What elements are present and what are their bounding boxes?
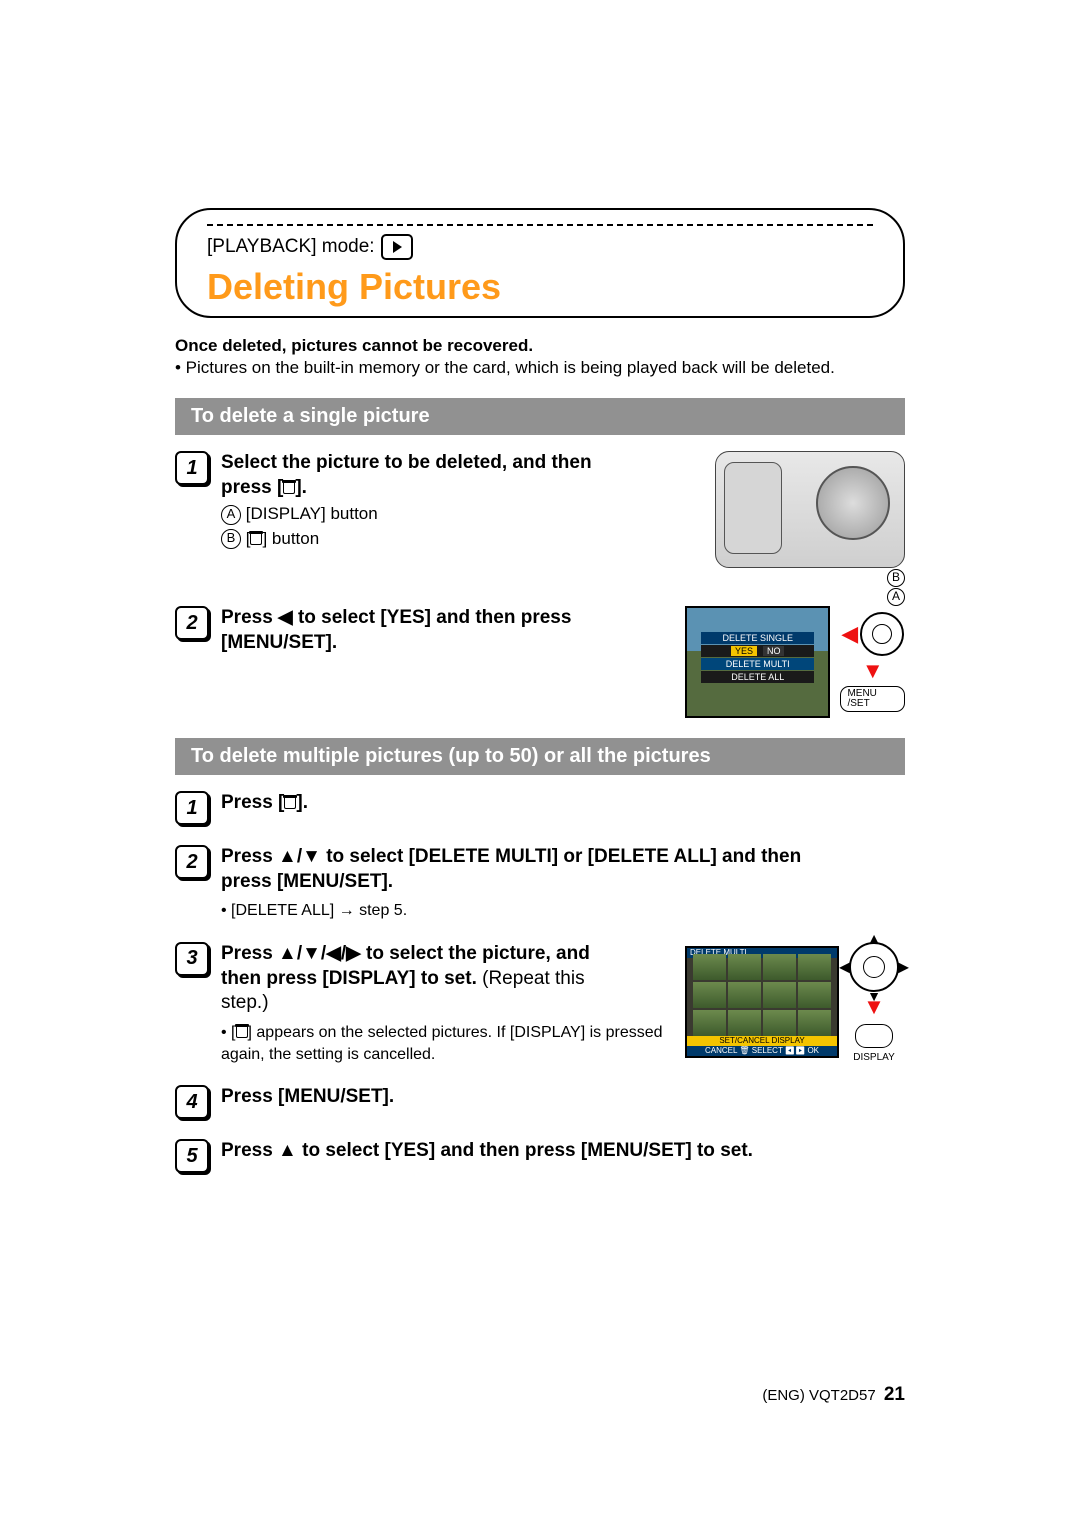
step-number-3: 3 [175,942,209,976]
s2-step3-l2a: then press [DISPLAY] to set. [221,968,477,989]
footer-code: (ENG) VQT2D57 [762,1387,875,1404]
lcd-illustration-1: DELETE SINGLE YES NO DELETE MULTI DELETE … [685,606,905,718]
s1-step-2: 2 Press ◀ to select [YES] and then press… [175,606,669,655]
section-bar-single: To delete a single picture [175,398,905,435]
lcd2-bar2: CANCEL 🗑 SELECT ◀▶ OK [687,1046,837,1056]
callout-b-marker: B [887,569,905,587]
callout-b-text-suf: ] button [262,529,319,548]
s2-step3-mid: to select the picture, and [361,943,590,964]
arrow-all-icon: ▲/▼/◀/▶ [278,943,361,964]
trash-icon [284,795,296,809]
s2-step-3: 3 Press ▲/▼/◀/▶ to select the picture, a… [175,942,669,1065]
playback-mode-label: [PLAYBACK] mode: [207,236,375,258]
footer-page-number: 21 [884,1384,905,1405]
s1-step1-line2b: ]. [295,477,307,498]
arrow-down-highlight-icon: ▼ [862,660,884,682]
lcd2-bar1: SET/CANCEL DISPLAY [687,1036,837,1046]
lcd1-yes: YES [731,646,757,656]
menu-set-icon: MENU /SET [840,686,905,712]
s2-step1-suf: ]. [296,792,308,813]
camera-illustration: B A [685,451,905,606]
s2-step2-pre: Press [221,846,278,867]
arrow-up-icon: ▲ [278,1140,297,1161]
s2-step1-pre: Press [ [221,792,284,813]
s2-step-5: 5 Press ▲ to select [YES] and then press… [175,1139,905,1173]
s2-step3-l3: step.) [221,992,269,1013]
s1-step2-pre: Press [221,607,278,628]
step-number-5: 5 [175,1139,209,1173]
s2-step-1: 1 Press []. [175,791,905,825]
divider-top [207,224,873,226]
display-button-icon [855,1024,893,1048]
display-label: DISPLAY [853,1052,895,1063]
s2-step5-pre: Press [221,1140,278,1161]
step-number-1b: 1 [175,791,209,825]
callout-a-text: [DISPLAY] button [246,504,378,523]
s1-step2-line2: [MENU/SET]. [221,632,337,653]
intro-bullet: • Pictures on the built-in memory or the… [175,358,905,378]
s1-step-1: 1 Select the picture to be deleted, and … [175,451,669,549]
s2-step4-text: Press [MENU/SET]. [221,1085,905,1110]
arrow-left-icon: ◀ [278,607,293,628]
step-number-4: 4 [175,1085,209,1119]
s2-step-4: 4 Press [MENU/SET]. [175,1085,905,1119]
s2-step3-l2b: (Repeat this [477,968,585,989]
arrow-left-icon: ◀ [839,958,850,975]
intro-warning: Once deleted, pictures cannot be recover… [175,336,905,356]
s1-step1-line2a: press [ [221,477,283,498]
s2-step5-suf: to select [YES] and then press [MENU/SET… [297,1140,753,1161]
trash-icon [236,1024,248,1038]
page-footer: (ENG) VQT2D57 21 [762,1384,905,1406]
step-number-2: 2 [175,606,209,640]
step-number-2b: 2 [175,845,209,879]
dpad-icon: ▲ ▼ ◀ ▶ [849,942,899,992]
trash-icon [250,531,262,545]
step-number-1: 1 [175,451,209,485]
s1-step1-line1: Select the picture to be deleted, and th… [221,452,592,473]
s1-step2-mid: to select [YES] and then press [293,607,572,628]
mode-line: [PLAYBACK] mode: [207,234,873,260]
arrow-down-icon: ▼ [867,988,881,1004]
s2-step2-mid: to select [DELETE MULTI] or [DELETE ALL]… [321,846,801,867]
lcd1-row3: DELETE MULTI [701,658,814,670]
intro-block: Once deleted, pictures cannot be recover… [175,336,905,378]
dpad-icon [860,612,904,656]
s2-step3-pre: Press [221,943,278,964]
playback-icon [381,234,413,260]
s2-step-2: 2 Press ▲/▼ to select [DELETE MULTI] or … [175,845,905,922]
arrow-left-highlight-icon: ◀ [841,623,858,645]
page-title: Deleting Pictures [207,266,873,308]
s2-step2-bullet: • [DELETE ALL] → step 5. [221,900,905,922]
arrow-right-icon: ▶ [898,958,909,975]
callout-a-marker: A [887,588,905,606]
lcd1-no: NO [763,646,785,656]
lcd-illustration-2: DELETE MULTI SET/CANCEL DISPLAY CANCEL 🗑… [685,942,905,1063]
title-box: [PLAYBACK] mode: Deleting Pictures [175,208,905,318]
lcd1-row4: DELETE ALL [701,671,814,683]
lcd1-row1: DELETE SINGLE [701,632,814,644]
s2-step3-bullet-suf: ] appears on the selected pictures. If [… [221,1024,663,1063]
s2-step2-line2: press [MENU/SET]. [221,871,393,892]
trash-icon [283,480,295,494]
arrow-up-icon: ▲ [867,930,881,946]
s2-step3-bullet-pre: • [ [221,1024,236,1041]
arrow-updown-icon: ▲/▼ [278,846,321,867]
callout-a-icon: A [221,505,241,525]
section-bar-multi: To delete multiple pictures (up to 50) o… [175,738,905,775]
callout-b-icon: B [221,529,241,549]
